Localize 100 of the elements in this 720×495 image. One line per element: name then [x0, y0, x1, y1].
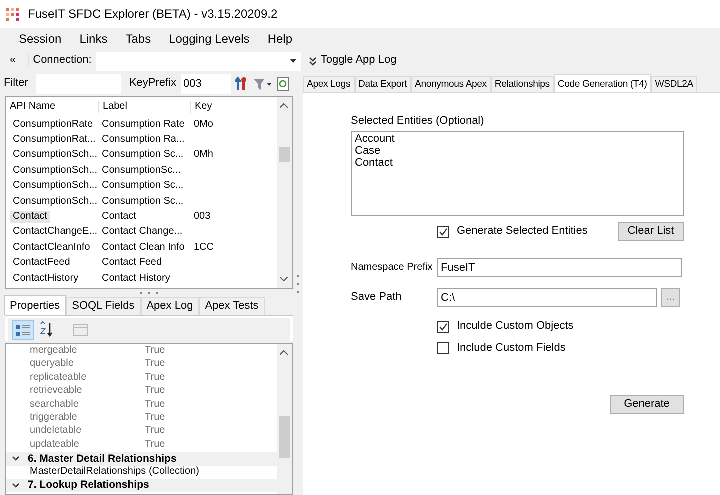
property-value: True	[145, 372, 166, 385]
tab[interactable]: Code Generation (T4)	[554, 74, 652, 92]
option-checkbox[interactable]: Include Custom Fields	[437, 342, 720, 355]
table-cell[interactable]: ConsumptionSch...	[10, 149, 100, 162]
keyprefix-field[interactable]: 003	[180, 74, 231, 94]
list-item[interactable]: Contact	[355, 157, 680, 170]
checkmark-icon	[438, 322, 448, 331]
tab[interactable]: Apex Log	[140, 296, 200, 315]
list-item[interactable]: Account	[355, 133, 680, 146]
clear-list-button[interactable]: Clear List	[618, 222, 684, 242]
table-cell[interactable]: ConsumptionRate	[10, 118, 96, 131]
save-path-field[interactable]: C:\	[437, 288, 657, 308]
table-cell[interactable]: ContactChangeE...	[10, 226, 100, 238]
scroll-up-icon[interactable]	[280, 103, 288, 108]
menu-item[interactable]: Session	[10, 28, 71, 50]
splitter-grip-icon[interactable]	[297, 274, 300, 294]
table-cell: Contact History	[102, 272, 170, 285]
menu-item[interactable]: Tabs	[116, 28, 160, 50]
list-item[interactable]: Case	[355, 145, 680, 158]
property-name: triggerable	[30, 412, 78, 425]
refresh-document-icon[interactable]	[276, 77, 289, 91]
tab[interactable]: Apex Logs	[303, 76, 355, 92]
option-checkbox[interactable]: Inculde Custom Objects	[437, 320, 720, 334]
property-name: mergeable	[30, 345, 78, 358]
generate-selected-checkbox[interactable]: Generate Selected Entities	[437, 225, 588, 238]
table-cell: Consumption Sc...	[102, 149, 184, 162]
table-cell: 0Mh	[194, 149, 214, 162]
property-value: True	[145, 398, 166, 412]
table-cell[interactable]: ConsumptionSch...	[10, 164, 100, 177]
property-name: queryable	[30, 358, 75, 372]
property-name: MasterDetailRelationships (Collection)	[30, 466, 200, 479]
table-cell[interactable]: ConsumptionSch...	[10, 196, 100, 208]
expand-chevron-icon[interactable]	[12, 456, 20, 462]
categorized-view-button[interactable]	[12, 320, 34, 340]
column-header[interactable]: Key	[190, 101, 230, 113]
scroll-up-icon[interactable]	[280, 350, 288, 355]
table-cell[interactable]: ContactCleanInfo	[10, 242, 94, 254]
app-logo-icon	[6, 7, 20, 21]
save-path-label: Save Path	[351, 291, 403, 304]
tab[interactable]: SOQL Fields	[66, 296, 141, 315]
table-cell: Consumption Sc...	[102, 180, 184, 192]
tab[interactable]: WSDL2A	[651, 76, 698, 92]
caret-icon	[290, 59, 297, 63]
property-name: updateable	[30, 438, 80, 452]
menu-item[interactable]: Logging Levels	[160, 28, 259, 50]
table-cell: ConsumptionSc...	[102, 164, 181, 177]
namespace-label: Namespace Prefix	[351, 262, 434, 274]
double-chevron-icon	[308, 56, 317, 66]
table-cell: Contact Clean Info	[102, 242, 185, 254]
keyprefix-label: KeyPrefix	[129, 77, 177, 91]
column-header[interactable]: Label	[98, 101, 190, 113]
column-header[interactable]: API Name	[6, 101, 98, 113]
table-cell[interactable]: ContactFeed	[10, 257, 74, 270]
entities-label: Selected Entities (Optional)	[351, 114, 486, 128]
tab[interactable]: Data Export	[354, 76, 412, 92]
property-value: True	[145, 425, 166, 438]
table-cell: Contact Feed	[102, 257, 162, 270]
tab[interactable]: Anonymous Apex	[411, 76, 491, 92]
tools-icon[interactable]	[234, 77, 249, 91]
tab[interactable]: Apex Tests	[199, 296, 265, 315]
category-label: 6. Master Detail Relationships	[28, 452, 177, 466]
scrollbar-thumb[interactable]	[279, 416, 290, 458]
filter-label: Filter	[4, 77, 28, 91]
table-cell[interactable]: ConsumptionRat...	[10, 134, 99, 146]
scrollbar[interactable]	[277, 97, 292, 288]
table-cell[interactable]: ConsumptionSch...	[10, 180, 100, 192]
connection-label: Connection:	[28, 54, 92, 68]
scrollbar[interactable]	[277, 344, 292, 494]
table-cell[interactable]: Contact	[10, 211, 50, 224]
tab[interactable]: Relationships	[490, 76, 554, 92]
property-value: True	[145, 412, 166, 425]
property-value: True	[145, 438, 166, 452]
property-name: searchable	[30, 398, 80, 412]
table-cell: Consumption Rate	[102, 118, 185, 131]
scrollbar-thumb[interactable]	[279, 147, 290, 162]
property-value: True	[145, 385, 166, 398]
expand-chevron-icon[interactable]	[12, 482, 20, 489]
menu-item[interactable]: Help	[258, 28, 302, 50]
property-name: replicateable	[30, 372, 88, 385]
entities-listbox[interactable]: Account Case Contact	[351, 131, 684, 216]
menu-item[interactable]: Links	[70, 28, 117, 50]
property-value: True	[145, 345, 166, 358]
table-cell[interactable]: ContactHistory	[10, 272, 82, 285]
table-cell: Contact	[102, 211, 136, 224]
category-label: 7. Lookup Relationships	[28, 479, 150, 492]
toggle-app-log-button[interactable]: Toggle App Log	[308, 54, 397, 68]
table-cell: Contact Change...	[102, 226, 183, 238]
property-name: retrieveable	[30, 385, 84, 398]
table-cell: 0Mo	[194, 118, 214, 131]
property-name: undeletable	[30, 425, 83, 438]
table-cell: 003	[194, 211, 211, 224]
tab[interactable]: Properties	[4, 294, 66, 315]
collapse-button[interactable]: «	[6, 54, 20, 68]
splitter-grip-icon[interactable]	[138, 291, 158, 295]
filter-icon[interactable]	[252, 77, 273, 91]
generate-button[interactable]: Generate	[610, 394, 684, 414]
table-cell: 1CC	[194, 242, 214, 254]
scroll-down-icon[interactable]	[280, 277, 288, 282]
namespace-field[interactable]: FuseIT	[437, 258, 682, 278]
table-cell: Consumption Ra...	[102, 134, 185, 146]
